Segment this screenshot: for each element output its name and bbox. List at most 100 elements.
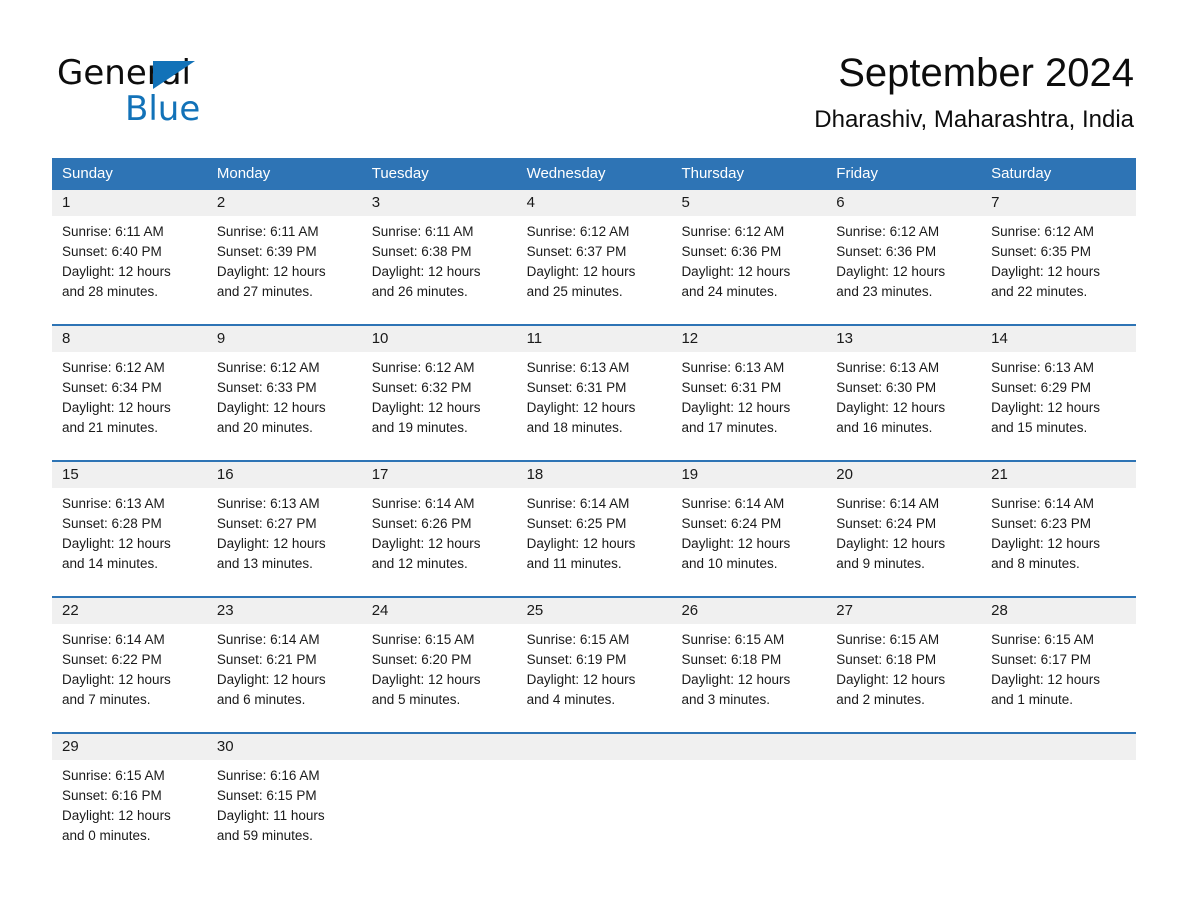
day-cell-empty [517,760,672,868]
day-number[interactable]: 3 [362,190,517,216]
sunrise-text: Sunrise: 6:11 AM [371,224,474,239]
day-number[interactable]: 2 [207,190,362,216]
weekday-header-row: Sunday Monday Tuesday Wednesday Thursday… [52,158,1136,190]
week-detail-band: Sunrise: 6:14 AM Sunset: 6:22 PM Dayligh… [52,624,1136,732]
day-number[interactable]: 23 [207,598,362,624]
sunrise-text: Sunrise: 6:14 AM [371,496,475,511]
sunrise-text: Sunrise: 6:15 AM [371,632,475,647]
day-cell: Sunrise: 6:13 AM Sunset: 6:28 PM Dayligh… [52,488,207,596]
day-number[interactable]: 18 [517,462,672,488]
sunset-text: Sunset: 6:40 PM [62,244,162,259]
day-number[interactable]: 4 [517,190,672,216]
daylight-text-line2: and 8 minutes. [991,556,1080,571]
daylight-text-line1: Daylight: 12 hours [62,264,171,279]
day-cell: Sunrise: 6:12 AM Sunset: 6:35 PM Dayligh… [981,216,1136,324]
sunset-text: Sunset: 6:18 PM [681,652,782,667]
daylight-text-line2: and 4 minutes. [526,692,616,707]
sunset-text: Sunset: 6:34 PM [62,380,162,395]
sunrise-text: Sunrise: 6:12 AM [526,224,630,239]
sunset-text: Sunset: 6:26 PM [371,516,472,531]
sunrise-text: Sunrise: 6:11 AM [62,224,164,239]
day-number[interactable]: 12 [671,326,826,352]
sunrise-text: Sunrise: 6:12 AM [216,360,320,375]
sunrise-text: Sunrise: 6:14 AM [216,632,320,647]
day-cell-empty [826,760,981,868]
sunrise-text: Sunrise: 6:16 AM [216,768,320,783]
sunrise-text: Sunrise: 6:15 AM [991,632,1094,647]
daylight-text-line2: and 10 minutes. [681,556,778,571]
day-number[interactable]: 21 [981,462,1136,488]
day-number[interactable]: 29 [52,734,207,760]
day-cell: Sunrise: 6:13 AM Sunset: 6:31 PM Dayligh… [671,352,826,460]
sunrise-text: Sunrise: 6:15 AM [836,632,940,647]
day-number[interactable]: 5 [671,190,826,216]
day-cell: Sunrise: 6:14 AM Sunset: 6:23 PM Dayligh… [981,488,1136,596]
logo-text-blue: Blue [125,89,201,129]
day-cell: Sunrise: 6:12 AM Sunset: 6:36 PM Dayligh… [826,216,981,324]
daylight-text-line1: Daylight: 12 hours [991,400,1100,415]
day-cell: Sunrise: 6:15 AM Sunset: 6:18 PM Dayligh… [826,624,981,732]
sunrise-text: Sunrise: 6:14 AM [62,632,165,647]
day-number[interactable]: 10 [362,326,517,352]
sunset-text: Sunset: 6:35 PM [991,244,1091,259]
daylight-text-line2: and 28 minutes. [62,284,159,299]
daylight-text-line1: Daylight: 12 hours [836,400,946,415]
day-number[interactable]: 22 [52,598,207,624]
day-number[interactable]: 30 [207,734,362,760]
day-number[interactable]: 28 [981,598,1136,624]
day-cell: Sunrise: 6:12 AM Sunset: 6:32 PM Dayligh… [362,352,517,460]
daylight-text-line2: and 26 minutes. [371,284,468,299]
day-cell: Sunrise: 6:11 AM Sunset: 6:40 PM Dayligh… [52,216,207,324]
daylight-text-line1: Daylight: 12 hours [681,536,791,551]
day-number-empty [826,734,981,760]
daylight-text-line1: Daylight: 12 hours [62,400,171,415]
daylight-text-line2: and 18 minutes. [526,420,623,435]
day-number[interactable]: 25 [517,598,672,624]
day-number[interactable]: 1 [52,190,207,216]
general-blue-logo: General Blue [57,53,357,131]
sunset-text: Sunset: 6:31 PM [681,380,782,395]
day-number[interactable]: 19 [671,462,826,488]
day-number[interactable]: 17 [362,462,517,488]
day-number[interactable]: 20 [826,462,981,488]
day-cell-empty [671,760,826,868]
daylight-text-line1: Daylight: 12 hours [371,672,481,687]
day-number[interactable]: 13 [826,326,981,352]
sunset-text: Sunset: 6:23 PM [991,516,1091,531]
daylight-text-line2: and 9 minutes. [836,556,925,571]
day-number[interactable]: 8 [52,326,207,352]
daylight-text-line2: and 5 minutes. [371,692,461,707]
day-cell: Sunrise: 6:11 AM Sunset: 6:39 PM Dayligh… [207,216,362,324]
day-number[interactable]: 16 [207,462,362,488]
daylight-text-line1: Daylight: 12 hours [371,536,481,551]
day-cell: Sunrise: 6:14 AM Sunset: 6:22 PM Dayligh… [52,624,207,732]
day-number-empty [362,734,517,760]
day-number[interactable]: 14 [981,326,1136,352]
daylight-text-line2: and 16 minutes. [836,420,933,435]
day-number[interactable]: 27 [826,598,981,624]
day-number[interactable]: 15 [52,462,207,488]
daylight-text-line1: Daylight: 12 hours [216,400,326,415]
day-number[interactable]: 26 [671,598,826,624]
day-number[interactable]: 7 [981,190,1136,216]
sunset-text: Sunset: 6:22 PM [62,652,162,667]
day-cell: Sunrise: 6:15 AM Sunset: 6:16 PM Dayligh… [52,760,207,868]
daylight-text-line2: and 7 minutes. [62,692,151,707]
daylight-text-line2: and 19 minutes. [371,420,468,435]
daylight-text-line1: Daylight: 12 hours [216,536,326,551]
day-cell: Sunrise: 6:11 AM Sunset: 6:38 PM Dayligh… [362,216,517,324]
day-cell: Sunrise: 6:13 AM Sunset: 6:27 PM Dayligh… [207,488,362,596]
daylight-text-line1: Daylight: 12 hours [681,672,791,687]
day-cell: Sunrise: 6:12 AM Sunset: 6:37 PM Dayligh… [517,216,672,324]
day-cell: Sunrise: 6:12 AM Sunset: 6:36 PM Dayligh… [671,216,826,324]
daylight-text-line1: Daylight: 12 hours [526,400,636,415]
day-number[interactable]: 6 [826,190,981,216]
day-number[interactable]: 11 [517,326,672,352]
daylight-text-line1: Daylight: 12 hours [216,672,326,687]
sunset-text: Sunset: 6:25 PM [526,516,627,531]
day-number[interactable]: 24 [362,598,517,624]
daylight-text-line2: and 27 minutes. [216,284,313,299]
weekday-header-wednesday: Wednesday [526,165,606,182]
day-number[interactable]: 9 [207,326,362,352]
sunrise-text: Sunrise: 6:14 AM [526,496,630,511]
